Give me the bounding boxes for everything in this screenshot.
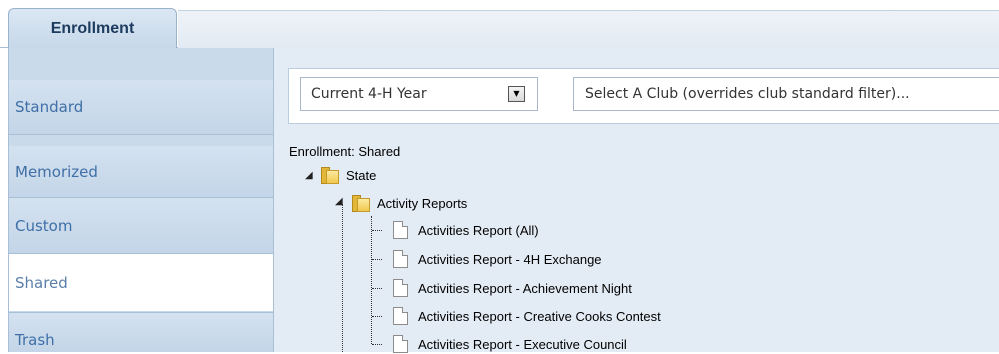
tree-leaf-report[interactable]: Activities Report - Executive Council [393,334,627,354]
sidebar-item-label: Standard [15,98,84,116]
document-icon [393,307,408,325]
tree-node-label: Activity Reports [377,195,468,211]
sidebar-item-custom[interactable]: Custom [9,198,274,254]
sidebar-item-label: Custom [15,216,73,235]
document-icon [393,279,408,297]
folder-icon [321,166,339,184]
tree-connector [371,216,372,344]
tree-node-label: Activities Report - 4H Exchange [418,251,602,267]
sidebar-item-trash[interactable]: Trash [9,312,274,352]
tree-node-state[interactable]: State [321,165,376,185]
breadcrumb: Enrollment: Shared [289,144,401,159]
tree-leaf-report[interactable]: Activities Report - Creative Cooks Conte… [393,306,661,326]
sidebar-item-label: Shared [15,273,68,292]
expanded-triangle-icon[interactable]: ◢ [305,171,313,181]
tree-connector [372,316,382,317]
tree-leaf-report[interactable]: Activities Report - 4H Exchange [393,249,602,269]
document-icon [393,250,408,268]
tree-leaf-report[interactable]: Activities Report (All) [393,220,539,240]
folder-icon [352,194,370,212]
document-icon [393,335,408,353]
sidebar-item-label: Memorized [15,162,98,181]
tree-node-label: State [346,167,377,183]
document-icon [393,221,408,239]
tree-node-activity-reports[interactable]: Activity Reports [352,193,467,213]
tab-bar: Enrollment [0,0,999,48]
tree-leaf-report[interactable]: Activities Report - Achievement Night [393,278,632,298]
tree-node-label: Activities Report - Creative Cooks Conte… [418,308,661,324]
tab-strip-background [178,10,999,48]
tab-label: Enrollment [50,19,135,37]
sidebar-item-label: Trash [15,330,55,349]
tree-connector [372,230,382,231]
sidebar-item-shared[interactable]: Shared [9,254,274,312]
sidebar: Standard Memorized Custom Shared Trash [8,48,274,352]
tree-node-label: Activities Report - Executive Council [418,336,627,352]
sidebar-item-memorized[interactable]: Memorized [9,146,274,198]
sidebar-item-standard[interactable]: Standard [9,80,274,135]
report-tree: Enrollment: Shared ◢ State ◢ Activity Re… [274,48,999,354]
tree-connector [372,288,382,289]
tree-connector [342,204,343,352]
tree-connector [372,259,382,260]
tab-enrollment[interactable]: Enrollment [8,8,177,48]
tree-connector [372,344,382,345]
tree-node-label: Activities Report - Achievement Night [418,280,632,296]
content-panel: Current 4-H Year ▼ Select A Club (overri… [273,48,999,354]
tree-node-label: Activities Report (All) [418,222,539,238]
